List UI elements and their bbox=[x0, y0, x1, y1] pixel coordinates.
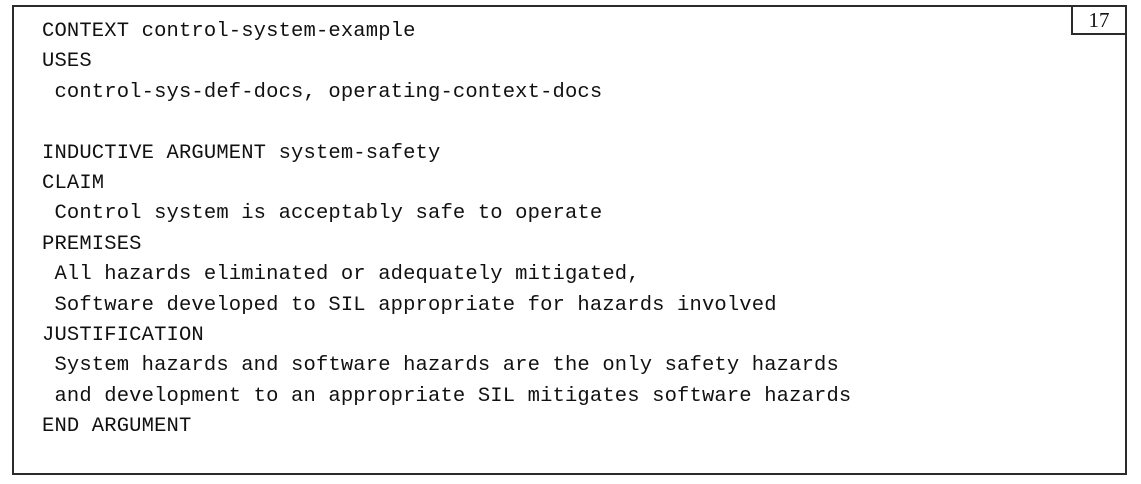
premises-keyword: PREMISES bbox=[42, 232, 142, 256]
premise-line: Software developed to SIL appropriate fo… bbox=[42, 293, 777, 317]
justification-line: and development to an appropriate SIL mi… bbox=[42, 384, 852, 408]
context-line: CONTEXT control-system-example bbox=[42, 20, 416, 43]
argument-line: INDUCTIVE ARGUMENT system-safety bbox=[42, 141, 441, 165]
claim-value: Control system is acceptably safe to ope… bbox=[42, 202, 603, 226]
claim-keyword: CLAIM bbox=[42, 171, 105, 195]
argument-listing-box: 17 CONTEXT control-system-example USES c… bbox=[12, 5, 1127, 475]
justification-keyword: JUSTIFICATION bbox=[42, 323, 204, 347]
end-argument-line: END ARGUMENT bbox=[42, 415, 192, 439]
page-number: 17 bbox=[1071, 5, 1127, 35]
uses-value: control-sys-def-docs, operating-context-… bbox=[42, 80, 603, 104]
premise-line: All hazards eliminated or adequately mit… bbox=[42, 263, 640, 287]
argument-code-block: CONTEXT control-system-example USES cont… bbox=[42, 17, 851, 442]
justification-line: System hazards and software hazards are … bbox=[42, 354, 839, 378]
uses-keyword: USES bbox=[42, 50, 92, 74]
